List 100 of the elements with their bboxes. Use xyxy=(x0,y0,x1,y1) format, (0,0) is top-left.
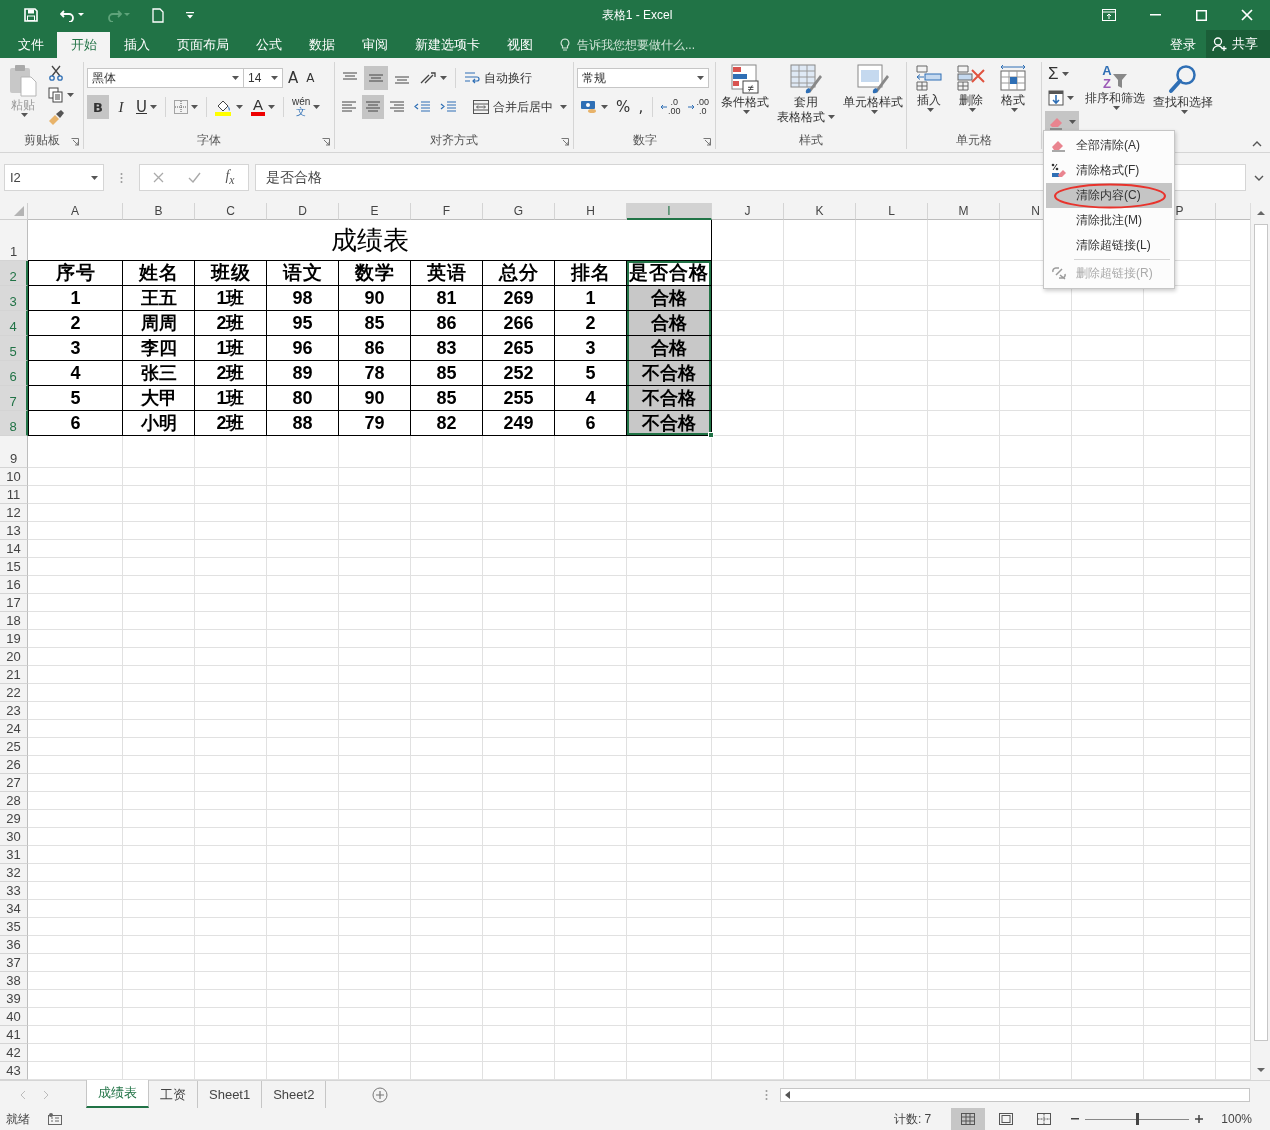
menu-item[interactable]: 清除超链接(L) xyxy=(1046,233,1172,258)
underline-button[interactable]: U xyxy=(133,95,160,119)
row-header[interactable]: 3 xyxy=(0,286,28,311)
row-header[interactable]: 19 xyxy=(0,630,28,648)
font-size-field[interactable]: 14 xyxy=(243,68,283,88)
conditional-formatting-button[interactable]: ≠ 条件格式 xyxy=(719,63,771,115)
column-header[interactable]: D xyxy=(267,203,339,220)
decrease-font-size-button[interactable]: A xyxy=(303,66,318,90)
sheet-tab[interactable]: 成绩表 xyxy=(86,1080,149,1108)
more-options-icon[interactable] xyxy=(120,171,123,184)
cell-styles-button[interactable]: 单元格样式 xyxy=(841,63,905,115)
row-header[interactable]: 20 xyxy=(0,648,28,666)
row-header[interactable]: 2 xyxy=(0,261,28,286)
menu-item[interactable]: 清除内容(C) xyxy=(1046,183,1172,208)
row-header[interactable]: 33 xyxy=(0,882,28,900)
row-header[interactable]: 40 xyxy=(0,1008,28,1026)
column-header[interactable]: I xyxy=(627,203,712,220)
sign-in-link[interactable]: 登录 xyxy=(1160,32,1206,58)
font-color-button[interactable]: A xyxy=(248,95,278,119)
row-header[interactable]: 42 xyxy=(0,1044,28,1062)
scroll-left-icon[interactable] xyxy=(785,1090,790,1099)
row-header[interactable]: 9 xyxy=(0,436,28,468)
increase-decimal-button[interactable]: .0 .00 xyxy=(656,95,684,119)
collapse-ribbon-button[interactable] xyxy=(1250,139,1264,149)
comma-style-button[interactable]: , xyxy=(635,95,647,119)
row-header[interactable]: 39 xyxy=(0,990,28,1008)
expand-formula-bar-icon[interactable] xyxy=(1254,174,1264,181)
row-header[interactable]: 6 xyxy=(0,361,28,386)
row-header[interactable]: 30 xyxy=(0,828,28,846)
ribbon-tab[interactable]: 审阅 xyxy=(348,32,401,58)
menu-item[interactable]: 全部清除(A) xyxy=(1046,133,1172,158)
share-button[interactable]: 共享 xyxy=(1206,30,1270,58)
scroll-up-icon[interactable] xyxy=(1256,210,1265,215)
row-header[interactable]: 34 xyxy=(0,900,28,918)
bold-button[interactable]: B xyxy=(87,95,109,119)
ribbon-tab[interactable]: 开始 xyxy=(57,32,110,58)
column-header[interactable]: H xyxy=(555,203,627,220)
ribbon-tab[interactable]: 文件 xyxy=(4,32,57,58)
ribbon-tab[interactable]: 页面布局 xyxy=(163,32,242,58)
row-header[interactable]: 5 xyxy=(0,336,28,361)
row-header[interactable]: 38 xyxy=(0,972,28,990)
row-header[interactable]: 26 xyxy=(0,756,28,774)
splitter-icon[interactable] xyxy=(765,1088,768,1101)
row-header[interactable]: 32 xyxy=(0,864,28,882)
ribbon-tab[interactable]: 公式 xyxy=(242,32,295,58)
scroll-down-icon[interactable] xyxy=(1256,1068,1265,1073)
format-cells-button[interactable]: 格式 xyxy=(994,63,1032,113)
horizontal-scrollbar[interactable] xyxy=(780,1087,1250,1102)
row-header[interactable]: 15 xyxy=(0,558,28,576)
row-header[interactable]: 17 xyxy=(0,594,28,612)
row-header[interactable]: 29 xyxy=(0,810,28,828)
view-button[interactable] xyxy=(951,1108,986,1130)
ribbon-tab[interactable]: 新建选项卡 xyxy=(401,32,493,58)
row-header[interactable]: 41 xyxy=(0,1026,28,1044)
row-header[interactable]: 12 xyxy=(0,504,28,522)
column-header[interactable]: B xyxy=(123,203,195,220)
column-header[interactable]: M xyxy=(928,203,1000,220)
row-header[interactable]: 28 xyxy=(0,792,28,810)
find-and-select-button[interactable]: 查找和选择 xyxy=(1151,63,1215,115)
ribbon-tab[interactable]: 视图 xyxy=(493,32,546,58)
column-header[interactable]: G xyxy=(483,203,555,220)
row-header[interactable]: 43 xyxy=(0,1062,28,1080)
delete-cells-button[interactable]: 删除 xyxy=(952,63,990,113)
row-header[interactable]: 13 xyxy=(0,522,28,540)
phonetic-guide-button[interactable]: wén 文 xyxy=(289,95,324,119)
dialog-launcher-icon[interactable] xyxy=(322,138,330,146)
column-header[interactable]: F xyxy=(411,203,483,220)
row-header[interactable]: 22 xyxy=(0,684,28,702)
wrap-text-button[interactable]: 自动换行 xyxy=(461,66,535,90)
vertical-scrollbar[interactable] xyxy=(1250,203,1270,1080)
zoom-in-icon[interactable] xyxy=(1195,1115,1204,1123)
row-header[interactable]: 25 xyxy=(0,738,28,756)
row-header[interactable]: 18 xyxy=(0,612,28,630)
row-header[interactable]: 27 xyxy=(0,774,28,792)
row-header[interactable]: 24 xyxy=(0,720,28,738)
merge-and-center-button[interactable]: 合并后居中 xyxy=(470,95,570,119)
name-box[interactable]: I2 xyxy=(4,164,104,191)
decrease-decimal-button[interactable]: .00 .0 xyxy=(685,95,712,119)
format-as-table-button[interactable]: 套用 表格格式 xyxy=(775,63,837,125)
ribbon-tab[interactable]: 数据 xyxy=(295,32,348,58)
row-header[interactable]: 23 xyxy=(0,702,28,720)
italic-button[interactable]: I xyxy=(111,95,131,119)
horizontal-align-button[interactable] xyxy=(362,95,384,119)
row-header[interactable]: 36 xyxy=(0,936,28,954)
macro-recording-icon[interactable] xyxy=(48,1113,62,1125)
ribbon-tab[interactable]: 插入 xyxy=(110,32,163,58)
clear-button[interactable] xyxy=(1045,111,1079,133)
font-name-field[interactable]: 黑体 xyxy=(87,68,244,88)
percent-style-button[interactable]: % xyxy=(613,95,634,119)
row-header[interactable]: 4 xyxy=(0,311,28,336)
sort-and-filter-button[interactable]: A Z 排序和筛选 xyxy=(1083,63,1147,111)
row-header[interactable]: 35 xyxy=(0,918,28,936)
column-header[interactable]: E xyxy=(339,203,411,220)
number-format-field[interactable]: 常规 xyxy=(577,68,709,88)
column-header[interactable]: K xyxy=(784,203,856,220)
copy-button[interactable] xyxy=(45,84,77,106)
fill-handle[interactable] xyxy=(708,432,714,438)
new-sheet-button[interactable] xyxy=(372,1084,389,1105)
dialog-launcher-icon[interactable] xyxy=(71,138,79,146)
column-header[interactable]: J xyxy=(712,203,784,220)
